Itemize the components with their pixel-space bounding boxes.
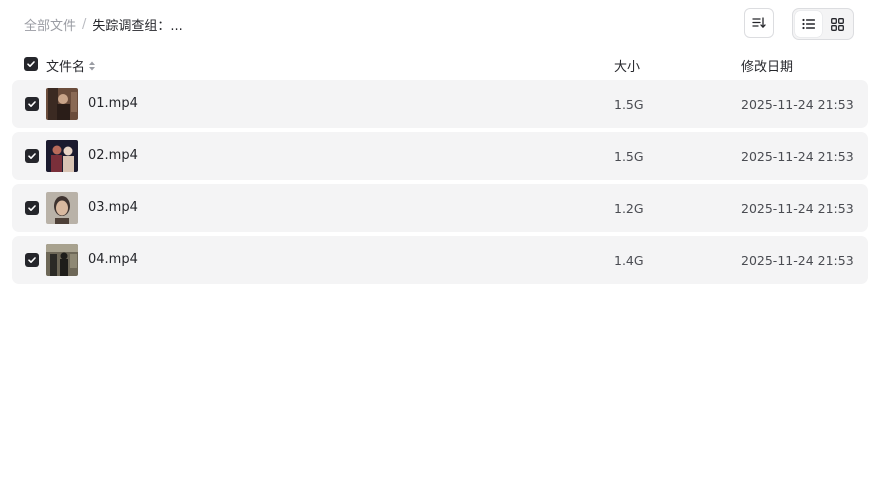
breadcrumb-separator: / — [82, 17, 87, 32]
file-row[interactable]: 02.mp4 1.5G 2025-11-24 21:53 — [12, 132, 868, 180]
file-name[interactable]: 04.mp4 — [88, 252, 138, 267]
row-checkbox[interactable] — [25, 149, 39, 163]
file-row[interactable]: 04.mp4 1.4G 2025-11-24 21:53 — [12, 236, 868, 284]
grid-view-button[interactable] — [824, 11, 851, 37]
file-row[interactable]: 01.mp4 1.5G 2025-11-24 21:53 — [12, 80, 868, 128]
check-icon — [27, 61, 35, 67]
row-checkbox[interactable] — [25, 201, 39, 215]
file-size: 1.5G — [614, 149, 644, 164]
select-all-checkbox[interactable] — [24, 57, 38, 71]
view-mode-toggle — [792, 8, 854, 40]
grid-view-icon — [831, 17, 844, 31]
column-header-date[interactable]: 修改日期 — [741, 56, 793, 75]
file-modified-date: 2025-11-24 21:53 — [741, 253, 854, 268]
video-thumbnail — [46, 140, 78, 172]
video-thumbnail — [46, 88, 78, 120]
check-icon — [28, 257, 36, 263]
file-size: 1.4G — [614, 253, 644, 268]
file-size: 1.5G — [614, 97, 644, 112]
sort-list-icon — [752, 17, 766, 28]
file-name[interactable]: 01.mp4 — [88, 96, 138, 111]
row-checkbox[interactable] — [25, 253, 39, 267]
check-icon — [28, 153, 36, 159]
breadcrumb: 全部文件 / 失踪调查组：... — [24, 15, 183, 34]
file-modified-date: 2025-11-24 21:53 — [741, 149, 854, 164]
list-view-button[interactable] — [795, 11, 822, 37]
breadcrumb-root-link[interactable]: 全部文件 — [24, 15, 76, 34]
row-checkbox[interactable] — [25, 97, 39, 111]
video-thumbnail — [46, 244, 78, 276]
sort-button[interactable] — [744, 8, 774, 38]
breadcrumb-current-folder: 失踪调查组：... — [92, 19, 183, 34]
check-icon — [28, 101, 36, 107]
sort-arrows-icon — [89, 61, 96, 70]
column-header-name-label: 文件名 — [46, 60, 86, 75]
file-name[interactable]: 03.mp4 — [88, 200, 138, 215]
column-header-size[interactable]: 大小 — [614, 56, 640, 75]
file-modified-date: 2025-11-24 21:53 — [741, 201, 854, 216]
video-thumbnail — [46, 192, 78, 224]
file-modified-date: 2025-11-24 21:53 — [741, 97, 854, 112]
check-icon — [28, 205, 36, 211]
list-view-icon — [801, 18, 815, 30]
column-header-name[interactable]: 文件名 — [46, 56, 96, 75]
file-name[interactable]: 02.mp4 — [88, 148, 138, 163]
file-size: 1.2G — [614, 201, 644, 216]
file-row[interactable]: 03.mp4 1.2G 2025-11-24 21:53 — [12, 184, 868, 232]
top-bar: 全部文件 / 失踪调查组：... — [0, 0, 878, 48]
file-list-header: 文件名 大小 修改日期 — [0, 52, 878, 76]
